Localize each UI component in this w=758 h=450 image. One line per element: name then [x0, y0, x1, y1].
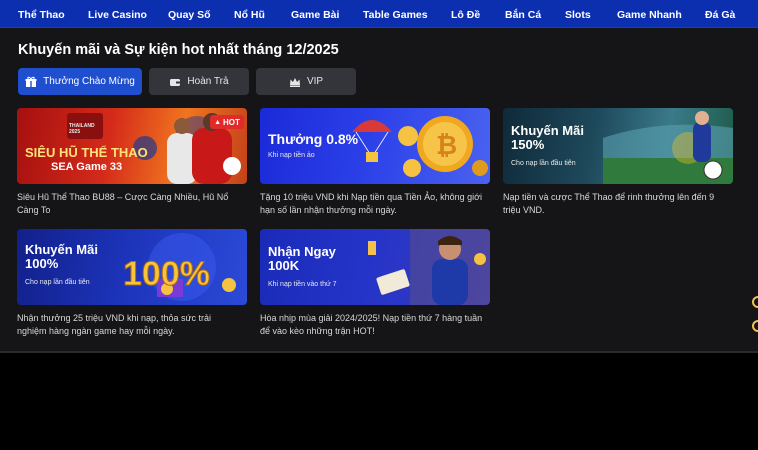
nav-item-table-games[interactable]: Table Games [363, 9, 428, 21]
promo-description: Siêu Hũ Thể Thao BU88 – Cược Càng Nhiều,… [17, 192, 229, 215]
hot-badge-label: HOT [223, 117, 240, 127]
banner-title: Nhận Ngay 100K [268, 244, 336, 273]
banner-subtitle: Khi nạp tiền ảo [268, 152, 315, 159]
banner-title: Thưởng 0.8% [268, 131, 359, 147]
nav-item-da-ga[interactable]: Đá Gà [705, 9, 735, 21]
tab-hoan-tra[interactable]: Hoàn Trả [149, 68, 249, 95]
banner-title: Khuyến Mãi 100% [25, 242, 98, 271]
banner-subtitle: SEA Game 33 [51, 161, 123, 173]
promo-description: Tặng 10 triệu VND khi Nạp tiền qua Tiền … [260, 192, 483, 215]
banner-subtitle: Cho nạp lần đầu tiên [25, 279, 90, 286]
top-nav: Thể Thao Live Casino Quay Số Nổ Hũ Game … [0, 0, 758, 28]
hot-badge: ▲ HOT [210, 115, 244, 129]
nav-item-slots[interactable]: Slots [565, 9, 591, 21]
crown-icon [289, 76, 301, 88]
nav-item-the-thao[interactable]: Thể Thao [18, 9, 65, 21]
tab-thuong-chao-mung[interactable]: Thưởng Chào Mừng [18, 68, 142, 95]
promo-card-khuyen-mai-100[interactable]: 100% Khuyến Mãi 100% Cho nạp lần đầu tiê… [17, 229, 247, 336]
nav-item-quay-so[interactable]: Quay Số [168, 9, 211, 21]
promo-card-sieu-hu-the-thao[interactable]: THAILAND 2025 SIÊU HŨ THỂ THAO SEA Game … [17, 108, 247, 215]
floating-widget-icon[interactable] [752, 296, 758, 308]
nav-item-no-hu[interactable]: Nổ Hũ [234, 9, 265, 21]
tab-label: Hoàn Trả [187, 76, 229, 87]
banner-subtitle: Khi nạp tiền vào thứ 7 [268, 281, 337, 288]
banner-subtitle: Cho nạp lần đầu tiên [511, 160, 576, 167]
fire-icon: ▲ [214, 118, 222, 126]
promo-banner[interactable]: ₿ Thưởng 0.8% Khi nạp tiền ảo [260, 108, 490, 184]
page-title: Khuyến mãi và Sự kiện hot nhất tháng 12/… [18, 42, 339, 58]
tab-label: VIP [306, 76, 324, 87]
logo-text: THAILAND 2025 [69, 123, 95, 135]
floating-widget-icon[interactable] [752, 320, 758, 332]
promo-banner[interactable]: Khuyến Mãi 150% Cho nạp lần đầu tiên [503, 108, 733, 184]
nav-item-game-nhanh[interactable]: Game Nhanh [617, 9, 682, 21]
nav-item-lo-de[interactable]: Lô Đề [451, 9, 480, 21]
gift-icon [25, 76, 37, 88]
promo-card-nhan-ngay-100k[interactable]: Nhận Ngay 100K Khi nạp tiền vào thứ 7 Hò… [260, 229, 490, 336]
promo-banner[interactable]: THAILAND 2025 SIÊU HŨ THỂ THAO SEA Game … [17, 108, 247, 184]
svg-text:₿: ₿ [436, 130, 457, 160]
promo-description: Nạp tiền và cược Thể Thao để rinh thưởng… [503, 192, 715, 215]
promo-card-khuyen-mai-150[interactable]: Khuyến Mãi 150% Cho nạp lần đầu tiên Nạp… [503, 108, 733, 215]
nav-item-game-bai[interactable]: Game Bài [291, 9, 339, 21]
promo-description: Nhận thưởng 25 triệu VND khi nạp, thỏa s… [17, 313, 212, 336]
wallet-icon [169, 76, 181, 88]
thailand-logo: THAILAND 2025 [67, 113, 103, 139]
banner-title: Khuyến Mãi 150% [511, 123, 584, 152]
tab-label: Thưởng Chào Mừng [43, 76, 135, 87]
nav-item-ban-ca[interactable]: Bắn Cá [505, 9, 541, 21]
promo-description: Hòa nhịp mùa giải 2024/2025! Nạp tiền th… [260, 313, 483, 336]
promo-card-thuong-tien-ao[interactable]: ₿ Thưởng 0.8% Khi nạp tiền ảo Tặng 10 tr… [260, 108, 490, 215]
hundred-percent-text: 100% [123, 255, 210, 293]
section-divider [0, 351, 758, 353]
promo-banner[interactable]: Nhận Ngay 100K Khi nạp tiền vào thứ 7 [260, 229, 490, 305]
nav-item-live-casino[interactable]: Live Casino [88, 9, 147, 21]
promotions-section: Khuyến mãi và Sự kiện hot nhất tháng 12/… [0, 28, 758, 351]
promo-banner[interactable]: 100% Khuyến Mãi 100% Cho nạp lần đầu tiê… [17, 229, 247, 305]
banner-title: SIÊU HŨ THỂ THAO [25, 145, 148, 160]
tab-vip[interactable]: VIP [256, 68, 356, 95]
